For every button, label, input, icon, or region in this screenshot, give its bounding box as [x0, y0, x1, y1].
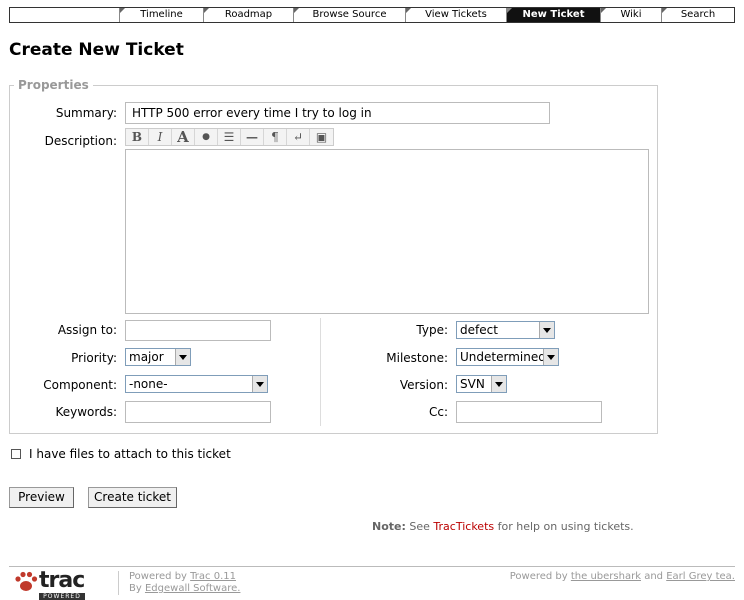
description-textarea[interactable] [125, 149, 649, 314]
trac-logo[interactable]: trac POWERED [13, 570, 85, 600]
chevron-down-icon [175, 349, 190, 365]
main-nav: Timeline Roadmap Browse Source View Tick… [9, 7, 735, 23]
cc-label: Cc: [428, 405, 448, 419]
chevron-down-icon [491, 376, 506, 392]
footer-powered-by: Powered by [509, 571, 568, 582]
help-note: Note: See TracTickets for help on using … [372, 520, 634, 533]
properties-legend: Properties [18, 78, 89, 92]
keywords-input[interactable] [125, 401, 271, 423]
footer-divider [9, 566, 735, 567]
create-ticket-button[interactable]: Create ticket [88, 487, 177, 508]
powered-by-text: Powered by [129, 571, 187, 582]
preview-button[interactable]: Preview [9, 487, 74, 508]
component-value: -none- [129, 377, 168, 391]
line-break-icon[interactable]: ↵ [287, 129, 310, 145]
trac-logo-text: trac [39, 568, 85, 593]
cc-input[interactable] [456, 401, 602, 423]
image-icon[interactable]: ▣ [310, 129, 333, 145]
nav-timeline[interactable]: Timeline [119, 8, 203, 22]
note-see: See [409, 520, 430, 533]
italic-icon[interactable]: I [149, 129, 172, 145]
edgewall-link[interactable]: Edgewall Software. [145, 583, 240, 594]
attach-checkbox[interactable] [11, 449, 21, 459]
bold-icon[interactable]: B [126, 129, 149, 145]
nav-new-ticket[interactable]: New Ticket [506, 8, 600, 22]
summary-input[interactable]: HTTP 500 error every time I try to log i… [125, 102, 550, 124]
chevron-down-icon [539, 322, 554, 338]
link-icon[interactable]: ● [195, 129, 218, 145]
wiki-toolbar: B I A ● ☰ — ¶ ↵ ▣ [125, 128, 334, 146]
earl-grey-link[interactable]: Earl Grey tea. [666, 571, 735, 582]
assign-to-label: Assign to: [57, 323, 117, 337]
milestone-label: Milestone: [386, 351, 448, 365]
chevron-down-icon [543, 349, 558, 365]
heading-icon[interactable]: A [172, 128, 195, 146]
priority-value: major [129, 350, 164, 364]
code-block-icon[interactable]: ☰ [218, 129, 241, 145]
trac-version-link[interactable]: Trac 0.11 [190, 571, 236, 582]
attach-row: I have files to attach to this ticket [11, 447, 231, 461]
note-prefix: Note: [372, 520, 406, 533]
by-text: By [129, 583, 142, 594]
version-value: SVN [460, 377, 485, 391]
note-suffix: for help on using tickets. [497, 520, 634, 533]
footer-right: Powered by the ubershark and Earl Grey t… [510, 571, 735, 582]
component-select[interactable]: -none- [125, 375, 268, 393]
horizontal-rule-icon[interactable]: — [241, 129, 264, 145]
paw-icon [15, 571, 38, 591]
keywords-label: Keywords: [55, 405, 117, 419]
column-divider [320, 318, 321, 426]
paragraph-icon[interactable]: ¶ [264, 129, 287, 145]
nav-search[interactable]: Search [661, 8, 734, 22]
footer-and: and [644, 571, 664, 582]
assign-to-input[interactable] [125, 320, 271, 341]
ubershark-link[interactable]: the ubershark [571, 571, 641, 582]
trac-tickets-link[interactable]: TracTickets [433, 520, 494, 533]
nav-browse-source[interactable]: Browse Source [293, 8, 405, 22]
attach-label[interactable]: I have files to attach to this ticket [29, 447, 231, 461]
nav-wiki[interactable]: Wiki [600, 8, 661, 22]
nav-view-tickets[interactable]: View Tickets [405, 8, 506, 22]
footer-left: Powered by Trac 0.11 By Edgewall Softwar… [118, 571, 240, 595]
type-select[interactable]: defect [456, 321, 555, 339]
summary-label: Summary: [55, 106, 117, 120]
chevron-down-icon [252, 376, 267, 392]
priority-select[interactable]: major [125, 348, 191, 366]
type-value: defect [460, 323, 498, 337]
component-label: Component: [43, 378, 117, 392]
version-label: Version: [399, 378, 448, 392]
page-title: Create New Ticket [9, 40, 184, 60]
version-select[interactable]: SVN [456, 375, 507, 393]
milestone-value: Undetermined [460, 350, 546, 364]
type-label: Type: [416, 323, 448, 337]
description-label: Description: [44, 134, 117, 148]
nav-roadmap[interactable]: Roadmap [203, 8, 293, 22]
priority-label: Priority: [71, 351, 117, 365]
milestone-select[interactable]: Undetermined [456, 348, 559, 366]
